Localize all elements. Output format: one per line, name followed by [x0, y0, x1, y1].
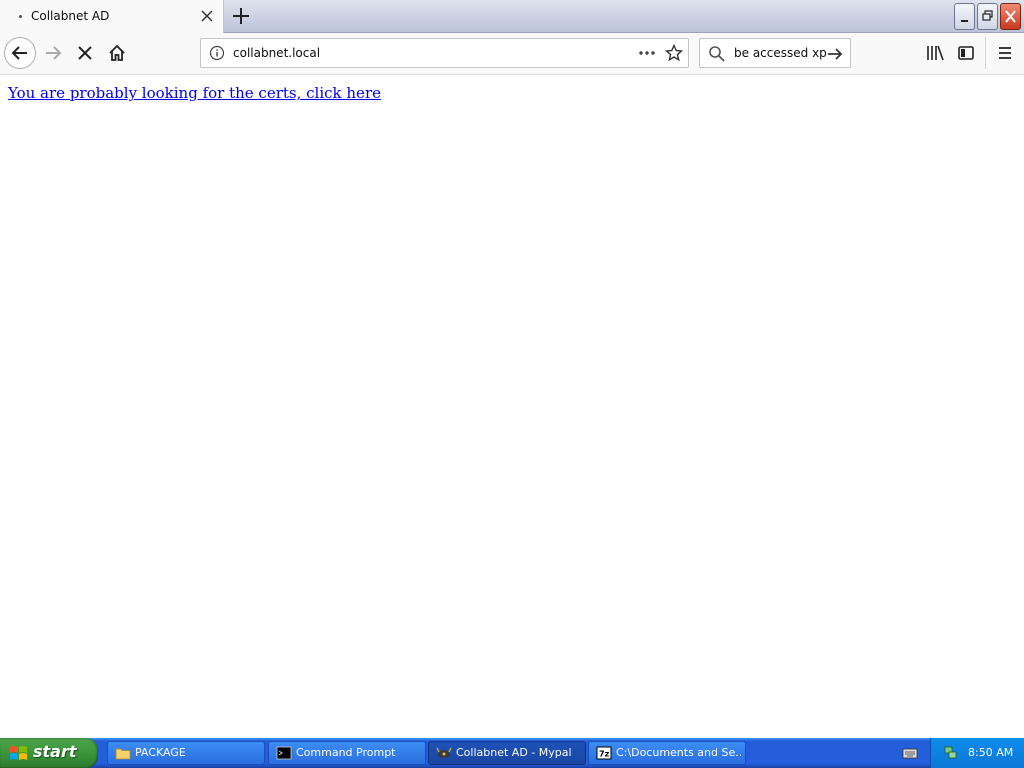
bookmark-star-icon[interactable] [665, 44, 683, 62]
start-button[interactable]: start [0, 738, 98, 768]
taskbar-item-label: PACKAGE [135, 746, 186, 759]
hamburger-menu-icon[interactable] [990, 38, 1020, 68]
toolbar-divider [985, 37, 986, 69]
forward-arrow-icon[interactable] [38, 38, 68, 68]
restore-icon [982, 10, 993, 21]
start-label: start [33, 742, 77, 761]
tab-title: Collabnet AD [31, 9, 110, 23]
mypal-icon [436, 747, 452, 758]
taskbar-item-package[interactable]: PACKAGE [107, 741, 265, 765]
7zip-icon: 7z [596, 746, 612, 760]
taskbar: start PACKAGE Command Prompt Collabnet A… [0, 738, 1024, 768]
taskbar-item-command-prompt[interactable]: Command Prompt [268, 741, 426, 765]
search-input[interactable]: be accessed xp [734, 46, 827, 60]
navigation-toolbar: collabnet.local be accessed xp [0, 33, 1024, 75]
close-window-button[interactable] [1000, 3, 1021, 30]
url-text[interactable]: collabnet.local [233, 46, 320, 60]
minimize-icon [961, 20, 968, 22]
system-tray: 8:50 AM [930, 738, 1024, 768]
folder-icon [115, 748, 131, 760]
back-arrow-icon [11, 46, 27, 60]
loading-indicator-icon [19, 15, 22, 18]
taskbar-item-label: C:\Documents and Se... [616, 746, 741, 759]
search-bar[interactable]: be accessed xp [699, 38, 851, 68]
home-icon[interactable] [102, 38, 132, 68]
site-info-icon[interactable] [209, 45, 225, 61]
svg-text:7z: 7z [599, 750, 610, 759]
windows-logo-icon [10, 746, 27, 760]
taskbar-item-label: Collabnet AD - Mypal [456, 746, 572, 759]
tab-collabnet[interactable]: Collabnet AD [0, 0, 224, 33]
page-actions-icon[interactable] [637, 45, 657, 61]
clock: 8:50 AM [968, 746, 1014, 759]
cmd-icon [276, 746, 292, 760]
tab-strip: Collabnet AD [0, 0, 1024, 33]
restore-button[interactable] [977, 3, 998, 30]
back-button[interactable] [4, 37, 36, 69]
page-content: You are probably looking for the certs, … [0, 75, 1024, 738]
network-icon[interactable] [943, 744, 959, 760]
taskbar-item-7zip[interactable]: 7z C:\Documents and Se... [588, 741, 746, 765]
taskbar-item-mypal[interactable]: Collabnet AD - Mypal [428, 741, 586, 765]
close-tab-icon[interactable] [198, 7, 216, 25]
keyboard-icon[interactable] [902, 746, 918, 760]
minimize-button[interactable] [954, 3, 975, 30]
stop-loading-icon[interactable] [70, 38, 100, 68]
sidebar-toggle-icon[interactable] [951, 38, 981, 68]
search-go-arrow-icon[interactable] [826, 45, 844, 63]
new-tab-icon[interactable] [230, 5, 252, 27]
certs-link[interactable]: You are probably looking for the certs, … [8, 84, 381, 102]
search-icon [709, 46, 725, 62]
library-icon[interactable] [920, 38, 950, 68]
taskbar-item-label: Command Prompt [296, 746, 396, 759]
address-bar[interactable]: collabnet.local [200, 38, 689, 68]
close-icon [1005, 10, 1016, 23]
